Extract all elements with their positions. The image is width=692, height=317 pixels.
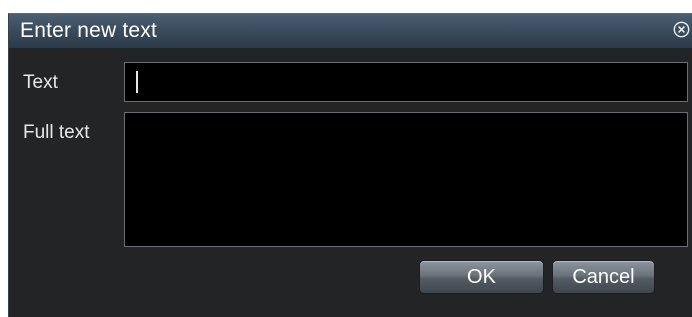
ok-button[interactable]: OK: [419, 260, 544, 294]
text-input[interactable]: [124, 62, 688, 102]
dialog-titlebar[interactable]: Enter new text: [9, 14, 692, 49]
text-cursor: [136, 71, 138, 93]
enter-text-dialog: Enter new text Text Full text OK Cancel: [8, 13, 692, 317]
full-text-label: Full text: [23, 122, 90, 143]
cancel-button[interactable]: Cancel: [552, 260, 655, 294]
text-label: Text: [23, 72, 58, 93]
close-icon[interactable]: [673, 21, 690, 38]
full-text-textarea[interactable]: [124, 112, 688, 247]
dialog-title: Enter new text: [20, 19, 158, 42]
